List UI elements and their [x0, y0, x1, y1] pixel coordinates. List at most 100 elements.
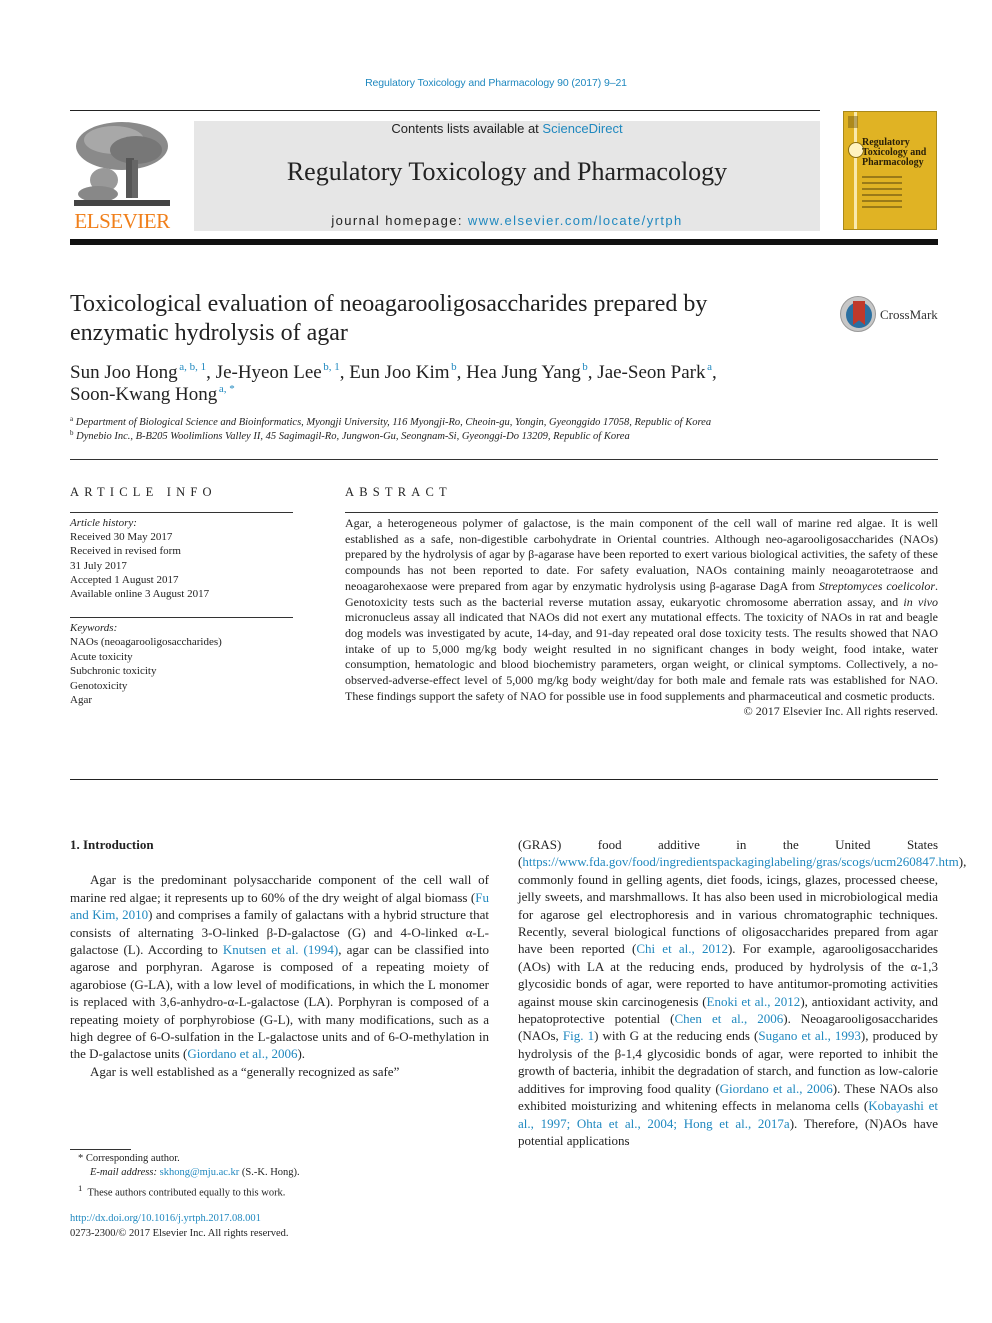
- doi-link[interactable]: http://dx.doi.org/10.1016/j.yrtph.2017.0…: [70, 1213, 261, 1224]
- journal-cover[interactable]: Regulatory Toxicology and Pharmacology: [843, 111, 937, 230]
- body-text: , agar can be classified into agarose an…: [70, 942, 490, 1062]
- affiliation-item: a Department of Biological Science and B…: [70, 416, 940, 430]
- affiliation-text: Dynebio Inc., B-B205 Woolimlions Valley …: [76, 431, 630, 442]
- body-column-right: (GRAS) food additive in the United State…: [518, 836, 966, 1149]
- intro-paragraph: Agar is well established as a “generally…: [90, 1063, 400, 1079]
- abstract-species: Streptomyces coelicolor: [818, 578, 935, 593]
- intro-paragraph: (GRAS) food additive in the United State…: [518, 836, 966, 1149]
- abstract-heading: ABSTRACT: [345, 485, 452, 499]
- crossmark-button[interactable]: CrossMark: [840, 296, 940, 336]
- author-affil-marker[interactable]: a, *: [219, 383, 235, 395]
- journal-name: Regulatory Toxicology and Pharmacology: [286, 157, 728, 186]
- history-item: Received in revised form: [70, 545, 181, 558]
- masthead-thick-rule: [70, 239, 938, 245]
- issn-line: 0273-2300/© 2017 Elsevier Inc. All right…: [70, 1228, 289, 1239]
- cover-stripe: [854, 112, 857, 229]
- history-item: Received 30 May 2017: [70, 531, 173, 544]
- footnote-equal-text: These authors contributed equally to thi…: [87, 1187, 286, 1199]
- abstract-text: Agar, a heterogeneous polymer of galacto…: [345, 516, 938, 704]
- affiliation-key: a: [70, 415, 74, 423]
- citation-link[interactable]: Knutsen et al. (1994): [223, 942, 338, 957]
- history-item: 31 July 2017: [70, 559, 127, 572]
- elsevier-tree-icon: [74, 118, 170, 208]
- abstract-copyright: © 2017 Elsevier Inc. All rights reserved…: [743, 704, 938, 719]
- keyword-item: Acute toxicity: [70, 650, 133, 663]
- keyword-item: Subchronic toxicity: [70, 665, 157, 678]
- keyword-item: NAOs (neoagarooligosaccharides): [70, 636, 222, 649]
- author-name[interactable]: Sun Joo Hong: [70, 362, 178, 383]
- author-name[interactable]: Hea Jung Yang: [466, 362, 581, 383]
- crossmark-label: CrossMark: [880, 307, 938, 322]
- author-separator: ,: [206, 362, 216, 383]
- keywords: Keywords: NAOs (neoagarooligosaccharides…: [70, 621, 293, 707]
- crossmark-icon: [840, 296, 876, 332]
- footnote-equal: 1 These authors contributed equally to t…: [70, 1181, 490, 1201]
- cover-title-line: Pharmacology: [862, 157, 924, 168]
- citation-link[interactable]: Fig. 1: [563, 1028, 594, 1043]
- citation-link[interactable]: Chen et al., 2006: [674, 1011, 783, 1026]
- author-separator: ,: [456, 362, 467, 383]
- author-name[interactable]: Je-Hyeon Lee: [216, 362, 322, 383]
- citation-link[interactable]: Giordano et al., 2006: [187, 1046, 297, 1061]
- abstract-rule: [345, 512, 938, 513]
- keyword-item: Agar: [70, 694, 92, 707]
- homepage-line: journal homepage: www.elsevier.com/locat…: [194, 213, 820, 228]
- introduction-heading: 1. Introduction: [70, 837, 154, 852]
- cover-title: Regulatory Toxicology and Pharmacology: [862, 138, 926, 168]
- affiliation-item: b Dynebio Inc., B-B205 Woolimlions Valle…: [70, 430, 940, 444]
- article-info-rule: [70, 512, 293, 513]
- footnote-rule: [70, 1149, 131, 1150]
- history-item: Available online 3 August 2017: [70, 588, 210, 601]
- footnote-mark: 1: [78, 1182, 83, 1193]
- affiliation-text: Department of Biological Science and Bio…: [75, 417, 712, 428]
- contents-prefix: Contents lists available at: [391, 121, 543, 136]
- citation-link[interactable]: Enoki et al., 2012: [707, 994, 801, 1009]
- elsevier-logo[interactable]: ELSEVIER: [70, 116, 174, 234]
- sciencedirect-link[interactable]: ScienceDirect: [542, 121, 622, 136]
- email-label: E-mail address:: [90, 1167, 157, 1179]
- cover-logo-icon: [848, 116, 858, 128]
- article-title: Toxicological evaluation of neoagaroolig…: [70, 291, 708, 346]
- history-label: Article history:: [70, 517, 137, 529]
- footnote-email: E-mail address: skhong@mju.ac.kr (S.-K. …: [70, 1166, 490, 1180]
- body-text: Agar is the predominant polysaccharide c…: [70, 872, 489, 905]
- history-item: Accepted 1 August 2017: [70, 573, 179, 586]
- contents-line: Contents lists available at ScienceDirec…: [194, 121, 820, 136]
- doi-block: http://dx.doi.org/10.1016/j.yrtph.2017.0…: [70, 1211, 490, 1241]
- author-list: Sun Joo Hong a, b, 1, Je-Hyeon Lee b, 1,…: [70, 362, 930, 406]
- citation-link[interactable]: https://www.fda.gov/food/ingredientspack…: [522, 854, 958, 869]
- journal-masthead: Contents lists available at ScienceDirec…: [194, 121, 820, 231]
- keyword-item: Genotoxicity: [70, 679, 128, 692]
- abstract-text-part: micronucleus assay all indicated that NA…: [345, 610, 938, 703]
- keywords-label: Keywords:: [70, 622, 118, 634]
- author-affil-marker[interactable]: b, 1: [323, 361, 340, 373]
- author-name[interactable]: Eun Joo Kim: [349, 362, 449, 383]
- email-link[interactable]: skhong@mju.ac.kr: [160, 1167, 240, 1178]
- author-name[interactable]: Soon-Kwang Hong: [70, 384, 217, 405]
- cover-text-lines: [862, 176, 902, 212]
- citation-link[interactable]: Giordano et al., 2006: [720, 1081, 833, 1096]
- body-text: ) with G at the reducing ends (: [594, 1028, 759, 1044]
- running-head[interactable]: Regulatory Toxicology and Pharmacology 9…: [0, 77, 992, 89]
- homepage-prefix: journal homepage:: [331, 213, 468, 228]
- article-history: Article history: Received 30 May 2017 Re…: [70, 516, 293, 601]
- abstract-in-vivo: in vivo: [903, 594, 939, 609]
- citation-link[interactable]: Chi et al., 2012: [636, 941, 728, 956]
- article-info-heading: ARTICLE INFO: [70, 485, 217, 499]
- body-column-left: 1. Introduction Agar is the predominant …: [70, 836, 489, 1080]
- author-name[interactable]: Jae-Seon Park: [597, 362, 705, 383]
- section-divider: [70, 779, 938, 780]
- homepage-link[interactable]: www.elsevier.com/locate/yrtph: [468, 213, 683, 228]
- citation-link[interactable]: Sugano et al., 1993: [758, 1028, 861, 1043]
- publisher-name: ELSEVIER: [74, 209, 170, 233]
- footnotes: * Corresponding author. E-mail address: …: [70, 1152, 490, 1200]
- keywords-rule: [70, 617, 293, 618]
- abstract-body: Agar, a heterogeneous polymer of galacto…: [345, 516, 938, 720]
- author-affil-marker[interactable]: a, b, 1: [179, 361, 206, 373]
- footnote-corresponding: * Corresponding author.: [78, 1153, 180, 1164]
- intro-paragraph: Agar is the predominant polysaccharide c…: [70, 871, 489, 1062]
- affiliation-key: b: [70, 429, 74, 437]
- header-rule: [70, 110, 820, 111]
- affiliations: a Department of Biological Science and B…: [70, 416, 940, 444]
- email-suffix: (S.-K. Hong).: [239, 1167, 300, 1179]
